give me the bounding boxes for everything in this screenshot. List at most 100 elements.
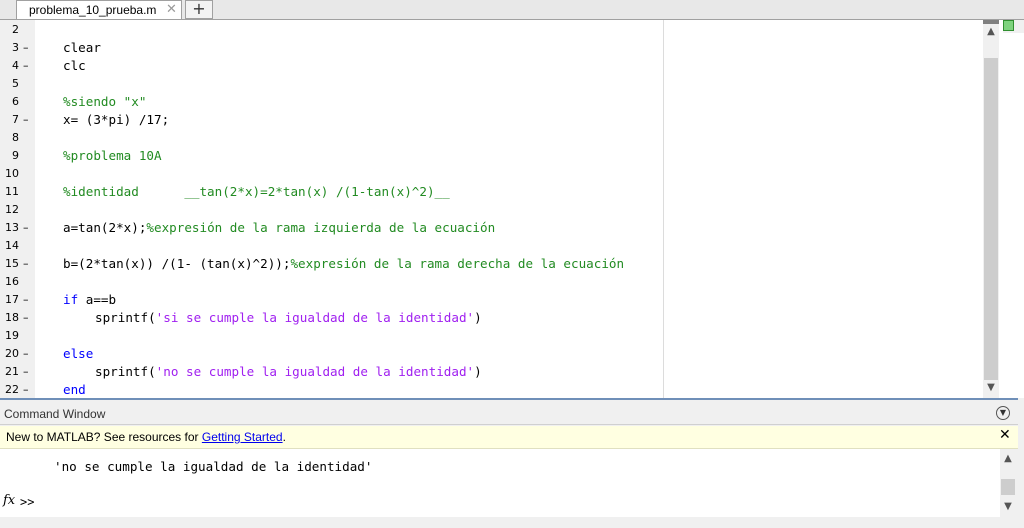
code-line[interactable]: 17– if a==b xyxy=(0,291,1003,309)
breakpoint-marker[interactable]: – xyxy=(23,255,29,273)
line-number: 21 xyxy=(5,365,19,378)
scroll-down-icon[interactable]: ▼ xyxy=(1000,499,1016,515)
line-number: 5 xyxy=(12,77,19,90)
breakpoint-marker[interactable]: – xyxy=(23,381,29,398)
code-token: x= (3*pi) /17; xyxy=(63,112,170,127)
line-number: 8 xyxy=(12,131,19,144)
code-text: sprintf('si se cumple la igualdad de la … xyxy=(95,309,482,327)
command-window-scrollbar[interactable]: ▲ ▼ xyxy=(1000,449,1016,517)
keyword-token: if xyxy=(63,292,79,307)
code-token: ) xyxy=(474,310,482,325)
line-number: 7 xyxy=(12,113,19,126)
code-line[interactable]: 3– clear xyxy=(0,39,1003,57)
line-number: 15 xyxy=(5,257,19,270)
code-line[interactable]: 8 xyxy=(0,129,1003,147)
code-text: b=(2*tan(x)) /(1- (tan(x)^2));%expresión… xyxy=(63,255,624,273)
line-number: 16 xyxy=(5,275,19,288)
code-line[interactable]: 4– clc xyxy=(0,57,1003,75)
line-number: 9 xyxy=(12,149,19,162)
code-token: a=tan(2*x); xyxy=(63,220,147,235)
scroll-down-icon[interactable]: ▼ xyxy=(983,380,999,396)
code-text: sprintf('no se cumple la igualdad de la … xyxy=(95,363,482,381)
code-token: ) xyxy=(474,364,482,379)
chevron-down-icon[interactable]: ▼ xyxy=(996,406,1010,420)
getting-started-link[interactable]: Getting Started xyxy=(202,430,283,444)
comment-token: %expresión de la rama izquierda de la ec… xyxy=(146,220,496,235)
code-line[interactable]: 13– a=tan(2*x);%expresión de la rama izqu… xyxy=(0,219,1003,237)
code-analyzer-strip xyxy=(1003,33,1024,398)
code-text: else xyxy=(63,345,93,363)
banner-prefix: New to MATLAB? See resources for xyxy=(6,430,202,444)
close-icon[interactable]: ✕ xyxy=(999,427,1011,443)
panel-divider[interactable] xyxy=(0,398,1018,400)
comment-token: %siendo "x" xyxy=(63,94,147,109)
code-line[interactable]: 19 xyxy=(0,327,1003,345)
scroll-thumb[interactable] xyxy=(984,58,998,380)
scroll-up-icon[interactable]: ▲ xyxy=(983,24,999,40)
code-line[interactable]: 11 %identidad __tan(2*x)=2*tan(x) /(1-tan… xyxy=(0,183,1003,201)
code-token: clear xyxy=(63,40,101,55)
line-number: 18 xyxy=(5,311,19,324)
code-line[interactable]: 18– sprintf('si se cumple la igualdad de … xyxy=(0,309,1003,327)
code-line[interactable]: 2 xyxy=(0,21,1003,39)
command-window-header: Command Window ▼ xyxy=(0,404,1018,425)
status-bar xyxy=(0,517,1024,528)
line-number: 19 xyxy=(5,329,19,342)
breakpoint-marker[interactable]: – xyxy=(23,39,29,57)
code-line[interactable]: 7– x= (3*pi) /17; xyxy=(0,111,1003,129)
scroll-up-icon[interactable]: ▲ xyxy=(1000,451,1016,467)
breakpoint-marker[interactable]: – xyxy=(23,111,29,129)
code-token: sprintf( xyxy=(95,310,156,325)
new-tab-button[interactable]: + xyxy=(185,0,213,19)
code-text: x= (3*pi) /17; xyxy=(63,111,169,129)
code-text: %siendo "x" xyxy=(63,93,146,111)
code-text: a=tan(2*x);%expresión de la rama izquier… xyxy=(63,219,495,237)
editor-tab-bar: problema_10_prueba.m ✕ + xyxy=(0,0,1024,20)
code-editor[interactable]: 2 3– clear 4– clc 5 6 %siendo "x" 7– x= (3*pi) /1… xyxy=(0,20,1003,398)
getting-started-banner: New to MATLAB? See resources for Getting… xyxy=(0,426,1018,449)
scroll-thumb[interactable] xyxy=(1001,479,1015,495)
close-icon[interactable]: ✕ xyxy=(166,2,177,17)
tab-problema-10-prueba[interactable]: problema_10_prueba.m ✕ xyxy=(16,0,182,20)
code-line[interactable]: 5 xyxy=(0,75,1003,93)
code-token: b=(2*tan(x)) /(1- (tan(x)^2)); xyxy=(63,256,291,271)
comment-token: %expresión de la rama derecha de la ecua… xyxy=(290,256,625,271)
code-text: if a==b xyxy=(63,291,116,309)
code-line[interactable]: 9 %problema 10A xyxy=(0,147,1003,165)
code-line[interactable]: 15– b=(2*tan(x)) /(1- (tan(x)^2));%expres… xyxy=(0,255,1003,273)
code-line[interactable]: 21– sprintf('no se cumple la igualdad de … xyxy=(0,363,1003,381)
line-number: 4 xyxy=(12,59,19,72)
code-text: clc xyxy=(63,57,86,75)
code-line[interactable]: 10 xyxy=(0,165,1003,183)
breakpoint-marker[interactable]: – xyxy=(23,291,29,309)
command-prompt[interactable]: >> xyxy=(20,495,34,509)
command-output: 'no se cumple la igualdad de la identida… xyxy=(54,459,373,474)
line-number: 12 xyxy=(5,203,19,216)
code-line[interactable]: 20– else xyxy=(0,345,1003,363)
comment-token: %identidad __tan(2*x)=2*tan(x) /(1-tan(x… xyxy=(63,184,450,199)
breakpoint-marker[interactable]: – xyxy=(23,219,29,237)
code-line[interactable]: 12 xyxy=(0,201,1003,219)
editor-scrollbar[interactable]: ▲ ▼ xyxy=(983,20,999,398)
breakpoint-marker[interactable]: – xyxy=(23,363,29,381)
code-line[interactable]: 14 xyxy=(0,237,1003,255)
line-number: 11 xyxy=(5,185,19,198)
command-window-body[interactable]: 'no se cumple la igualdad de la identida… xyxy=(0,449,1000,517)
line-number: 6 xyxy=(12,95,19,108)
line-number: 3 xyxy=(12,41,19,54)
banner-text: New to MATLAB? See resources for Getting… xyxy=(6,430,286,444)
code-line[interactable]: 16 xyxy=(0,273,1003,291)
keyword-token: end xyxy=(63,382,86,397)
breakpoint-marker[interactable]: – xyxy=(23,57,29,75)
line-number: 22 xyxy=(5,383,19,396)
line-number: 20 xyxy=(5,347,19,360)
line-number: 10 xyxy=(5,167,19,180)
code-line[interactable]: 6 %siendo "x" xyxy=(0,93,1003,111)
function-browser-icon[interactable]: fx xyxy=(3,493,15,508)
code-analyzer-status-icon[interactable] xyxy=(1003,20,1014,31)
code-text: %identidad __tan(2*x)=2*tan(x) /(1-tan(x… xyxy=(63,183,450,201)
code-line[interactable]: 22– end xyxy=(0,381,1003,398)
breakpoint-marker[interactable]: – xyxy=(23,345,29,363)
line-number: 17 xyxy=(5,293,19,306)
breakpoint-marker[interactable]: – xyxy=(23,309,29,327)
